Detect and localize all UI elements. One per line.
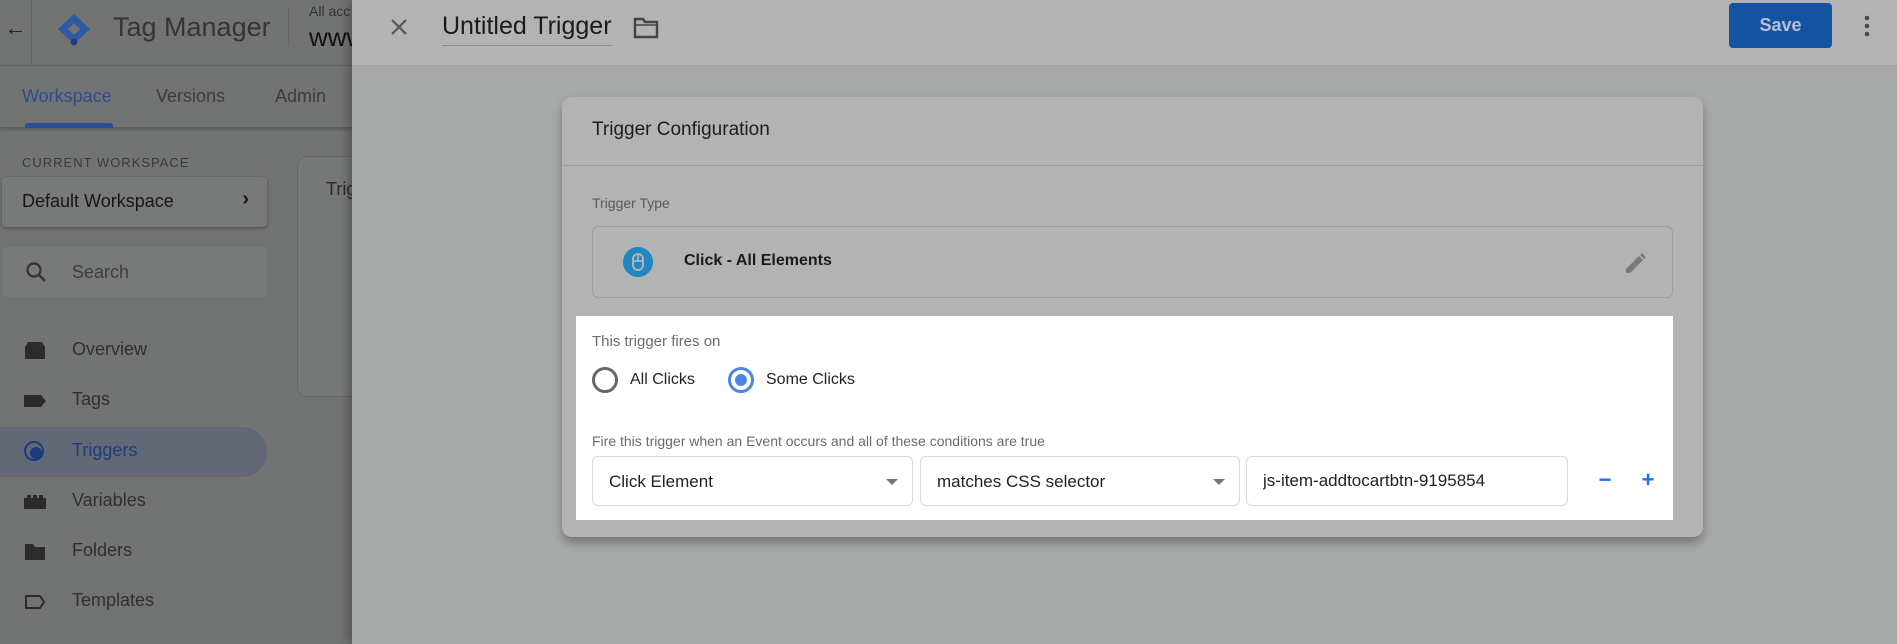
selected-variable: Click Element [609, 472, 713, 491]
card-title: Trigger Configuration [592, 119, 770, 140]
trigger-type-name: Click - All Elements [684, 252, 832, 269]
chevron-right-icon: › [242, 188, 249, 210]
condition-value-field[interactable] [1246, 456, 1568, 506]
close-icon[interactable] [384, 12, 414, 42]
tab-versions[interactable]: Versions [156, 86, 225, 107]
sidebar-item-tags[interactable]: Tags [0, 376, 267, 426]
sidebar-search[interactable]: Search [2, 247, 267, 297]
variables-icon [24, 495, 46, 509]
gtm-logo-icon [58, 14, 90, 46]
trigger-type-selector[interactable]: Click - All Elements [592, 226, 1673, 298]
app-tabs: Workspace Versions Admin [0, 66, 352, 128]
radio-label: Some Clicks [766, 371, 855, 388]
sidebar-item-templates[interactable]: Templates [0, 577, 267, 627]
background-card-title: Trig [326, 179, 352, 199]
sidebar-item-triggers[interactable]: Triggers [0, 427, 267, 477]
search-icon [26, 262, 46, 282]
sidebar-item-label: Tags [72, 389, 111, 409]
radio-all-clicks[interactable]: All Clicks [592, 365, 695, 395]
radio-label: All Clicks [630, 371, 695, 388]
tab-admin[interactable]: Admin [275, 86, 326, 107]
dropdown-arrow-icon [886, 479, 898, 485]
search-placeholder: Search [72, 262, 130, 282]
sidebar-item-label: Folders [72, 540, 133, 560]
sheet-header: Untitled Trigger Save [352, 0, 1897, 66]
back-button[interactable]: ← [0, 0, 32, 66]
tab-workspace[interactable]: Workspace [22, 86, 112, 107]
template-icon [25, 595, 46, 609]
arrow-left-icon: ← [4, 15, 27, 40]
fires-on-section: This trigger fires on All Clicks Some Cl… [576, 316, 1673, 520]
account-label[interactable]: All acc [309, 3, 350, 19]
sidebar-item-label: Overview [72, 339, 148, 359]
trigger-name-input[interactable]: Untitled Trigger [442, 12, 612, 46]
active-tab-indicator [25, 123, 113, 128]
tag-icon [24, 395, 46, 407]
container-name[interactable]: www [309, 22, 352, 53]
selected-operator: matches CSS selector [937, 472, 1106, 491]
overview-icon [25, 342, 45, 359]
sidebar-item-label: Templates [72, 590, 155, 610]
card-divider [562, 165, 1703, 166]
background-triggers-card: Trig [297, 156, 352, 397]
radio-button-checked[interactable] [728, 367, 754, 393]
sidebar-item-variables[interactable]: Variables [0, 477, 267, 527]
folder-icon[interactable] [632, 16, 660, 40]
sidebar-item-label: Variables [72, 490, 146, 510]
condition-operator-select[interactable]: matches CSS selector [920, 456, 1240, 506]
conditions-label: Fire this trigger when an Event occurs a… [592, 433, 1045, 449]
folder-icon [25, 544, 45, 560]
condition-variable-select[interactable]: Click Element [592, 456, 913, 506]
condition-value-input[interactable] [1247, 457, 1567, 505]
trigger-editor-sheet: Untitled Trigger Save Trigger Configurat… [352, 0, 1897, 644]
app-title: Tag Manager [113, 12, 271, 42]
trigger-icon [24, 441, 44, 461]
pencil-icon[interactable] [1622, 251, 1648, 277]
sidebar-item-label: Triggers [72, 440, 138, 460]
trigger-configuration-card: Trigger Configuration Trigger Type Click… [562, 97, 1703, 537]
trigger-type-label: Trigger Type [592, 195, 670, 211]
radio-some-clicks[interactable]: Some Clicks [728, 365, 855, 395]
current-workspace-label: CURRENT WORKSPACE [22, 155, 190, 170]
more-vert-icon[interactable] [1862, 14, 1872, 38]
sidebar-item-overview[interactable]: Overview [0, 326, 267, 376]
app-header: ← Tag Manager All acc www [0, 0, 352, 66]
radio-button-unchecked[interactable] [592, 367, 618, 393]
workspace-selector[interactable]: Default Workspace › [2, 177, 267, 227]
dropdown-arrow-icon [1213, 479, 1225, 485]
add-condition-button[interactable]: + [1636, 466, 1660, 494]
workspace-name: Default Workspace [22, 191, 174, 211]
sidebar-item-folders[interactable]: Folders [0, 527, 267, 577]
mouse-click-icon [623, 247, 653, 277]
fires-on-label: This trigger fires on [592, 333, 721, 350]
save-button[interactable]: Save [1729, 3, 1832, 48]
remove-condition-button[interactable]: − [1593, 466, 1617, 494]
title-divider [288, 8, 289, 46]
tag-manager-app: ← Tag Manager All acc www Workspace Vers… [0, 0, 352, 644]
